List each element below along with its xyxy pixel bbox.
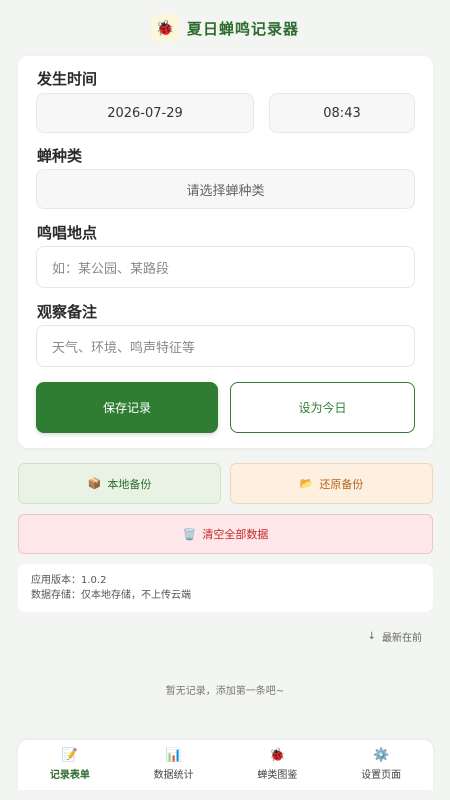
tab-species-guide[interactable]: 🐞 蝉类图鉴 <box>226 740 330 790</box>
arrow-down-icon: ↓ <box>367 631 376 642</box>
tab-settings[interactable]: ⚙️ 设置页面 <box>329 740 433 790</box>
restore-backup-button[interactable]: 📂 还原备份 <box>230 463 433 504</box>
tab-label: 设置页面 <box>361 770 402 781</box>
time-picker[interactable]: 08:43 <box>269 93 415 133</box>
cicada-icon: 🐞 <box>269 748 286 763</box>
tab-statistics[interactable]: 📊 数据统计 <box>122 740 226 790</box>
record-form-card: 发生时间 2026-07-29 08:43 蝉种类 请选择蝉种类 鸣唱地点 如：… <box>18 56 433 448</box>
clear-label: 清空全部数据 <box>202 528 269 541</box>
species-label: 蝉种类 <box>37 147 83 165</box>
tab-label: 蝉类图鉴 <box>257 770 298 781</box>
save-record-button[interactable]: 保存记录 <box>36 382 218 433</box>
notes-input[interactable]: 天气、环境、鸣声特征等 <box>36 325 415 367</box>
location-label: 鸣唱地点 <box>37 224 98 242</box>
backup-label: 本地备份 <box>107 477 152 491</box>
trash-icon: 🗑️ <box>182 527 197 541</box>
tab-label: 数据统计 <box>153 770 194 781</box>
local-backup-button[interactable]: 📦 本地备份 <box>18 463 221 504</box>
memo-icon: 📝 <box>61 748 78 763</box>
cicada-logo-icon: 🐞 <box>150 14 179 42</box>
restore-label: 还原备份 <box>319 477 364 491</box>
empty-state-text: 暂无记录，添加第一条吧~ <box>165 686 285 697</box>
notes-label: 观察备注 <box>37 303 98 321</box>
set-today-button[interactable]: 设为今日 <box>230 382 415 433</box>
gear-icon: ⚙️ <box>373 748 390 763</box>
tab-record-form[interactable]: 📝 记录表单 <box>18 740 122 790</box>
species-select[interactable]: 请选择蝉种类 <box>36 169 415 209</box>
storage-text: 数据存储：仅本地存储，不上传云端 <box>31 590 191 601</box>
clear-all-data-button[interactable]: 🗑️ 清空全部数据 <box>18 514 433 554</box>
box-icon: 📦 <box>87 477 102 490</box>
app-info-card: 应用版本：1.0.2 数据存储：仅本地存储，不上传云端 <box>18 564 433 612</box>
app-header: 🐞 夏日蝉鸣记录器 <box>0 10 450 46</box>
tab-label: 记录表单 <box>49 770 90 781</box>
sort-label: 最新在前 <box>382 633 422 644</box>
version-text: 应用版本：1.0.2 <box>31 575 107 586</box>
folder-icon: 📂 <box>299 477 314 490</box>
time-label: 发生时间 <box>37 70 98 88</box>
bottom-tab-bar: 📝 记录表单 📊 数据统计 🐞 蝉类图鉴 ⚙️ 设置页面 <box>18 740 433 790</box>
sort-toggle[interactable]: ↓ 最新在前 <box>368 629 422 644</box>
location-input[interactable]: 如：某公园、某路段 <box>36 246 415 288</box>
date-picker[interactable]: 2026-07-29 <box>36 93 254 133</box>
app-title: 夏日蝉鸣记录器 <box>186 19 299 38</box>
bar-chart-icon: 📊 <box>165 748 182 763</box>
